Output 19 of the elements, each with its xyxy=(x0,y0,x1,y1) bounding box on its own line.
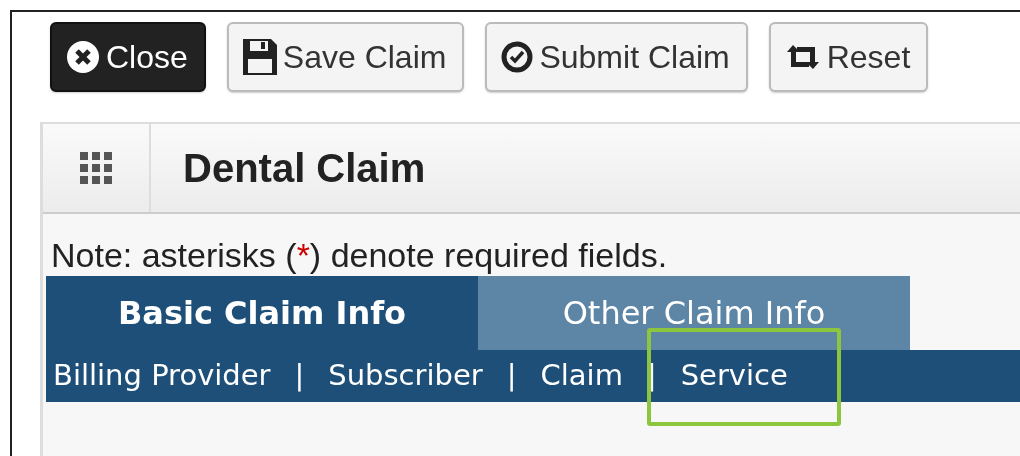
section-link[interactable]: Service xyxy=(680,358,788,393)
link-separator: | xyxy=(294,358,305,393)
grid-menu-icon[interactable] xyxy=(80,152,112,184)
required-fields-note: Note: asterisks (*) denote required fields. xyxy=(51,235,669,276)
save-claim-button[interactable]: Save Claim xyxy=(226,22,465,92)
panel-title: Dental Claim xyxy=(183,145,426,192)
submit-claim-button[interactable]: Submit Claim xyxy=(485,22,748,92)
check-circle-icon xyxy=(501,41,534,73)
section-link[interactable]: Claim xyxy=(540,358,623,393)
close-icon xyxy=(66,40,100,74)
claim-tab[interactable]: Basic Claim Info xyxy=(46,276,478,350)
link-separator: | xyxy=(506,358,517,393)
retweet-arrows-icon xyxy=(784,43,821,71)
close-button[interactable]: Close xyxy=(50,22,206,92)
section-link[interactable]: Subscriber xyxy=(328,358,483,393)
claim-tab[interactable]: Other Claim Info xyxy=(478,276,910,350)
reset-button[interactable]: Reset xyxy=(768,22,929,92)
section-link[interactable]: Billing Provider xyxy=(53,358,271,393)
link-separator: | xyxy=(646,358,657,393)
